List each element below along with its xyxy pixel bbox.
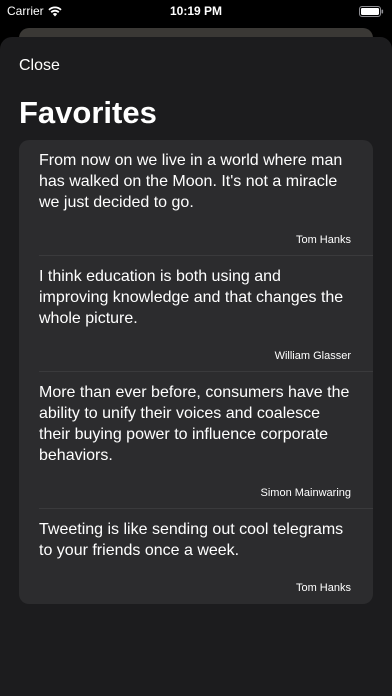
battery-icon xyxy=(359,6,384,17)
quote-author: Tom Hanks xyxy=(295,234,351,246)
screen: Carrier 10:19 PM Close Favorites From no… xyxy=(0,0,392,696)
clock: 10:19 PM xyxy=(169,4,223,18)
page-title: Favorites xyxy=(19,95,157,130)
favorites-sheet: Close Favorites From now on we live in a… xyxy=(0,37,392,696)
quote-author: William Glasser xyxy=(274,350,351,362)
status-bar: Carrier 10:19 PM xyxy=(0,0,392,22)
quote-row[interactable]: I think education is both using and impr… xyxy=(19,256,373,372)
quote-author: Simon Mainwaring xyxy=(260,487,351,499)
quote-text: From now on we live in a world where man… xyxy=(39,152,343,211)
quote-row[interactable]: From now on we live in a world where man… xyxy=(19,140,373,256)
quote-author: Tom Hanks xyxy=(295,582,351,594)
quote-text: I think education is both using and impr… xyxy=(39,268,344,327)
quote-text: More than ever before, consumers have th… xyxy=(39,384,350,464)
close-button[interactable]: Close xyxy=(19,57,60,75)
quote-row[interactable]: Tweeting is like sending out cool telegr… xyxy=(19,509,373,604)
quote-list: From now on we live in a world where man… xyxy=(19,140,373,604)
quote-text: Tweeting is like sending out cool telegr… xyxy=(39,521,344,559)
quote-row[interactable]: More than ever before, consumers have th… xyxy=(19,372,373,509)
